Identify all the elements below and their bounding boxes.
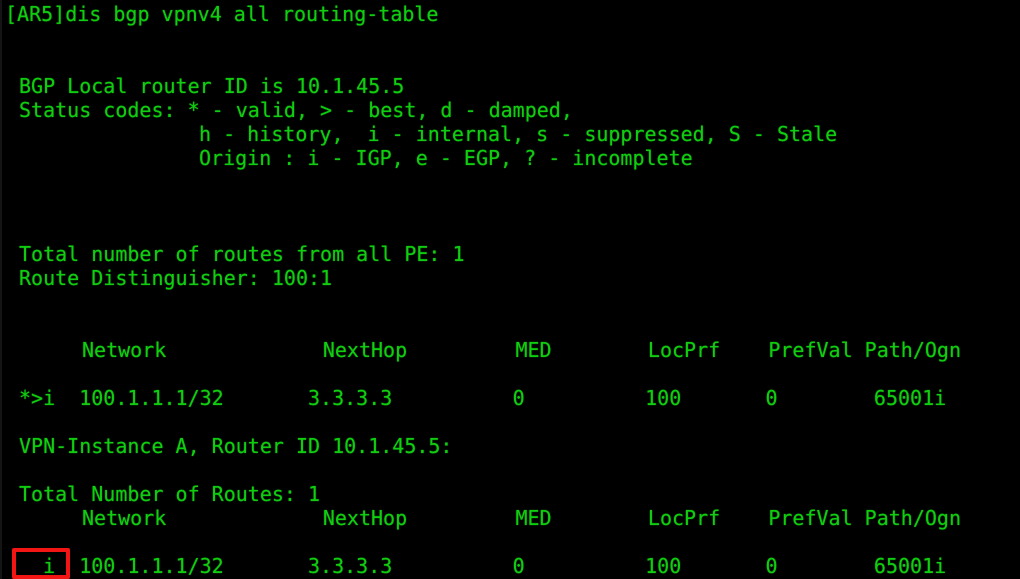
table-header-row-2: Network NextHop MED LocPrf PrefVal Path/… (82, 506, 961, 530)
table-row-vpnv4-route: *>i 100.1.1.1/32 3.3.3.3 0 100 0 65001i (19, 386, 947, 410)
terminal-line-bgp-router-id: BGP Local router ID is 10.1.45.5 (19, 74, 405, 98)
terminal-line-total-routes-all-pe: Total number of routes from all PE: 1 (19, 242, 465, 266)
terminal-line-command: [AR5]dis bgp vpnv4 all routing-table (5, 2, 439, 26)
terminal-line-total-number-routes: Total Number of Routes: 1 (19, 482, 321, 506)
terminal-line-route-distinguisher: Route Distinguisher: 100:1 (19, 266, 333, 290)
terminal-line-status-codes-cont: h - history, i - internal, s - suppresse… (199, 122, 838, 146)
terminal-line-status-codes: Status codes: * - valid, > - best, d - d… (19, 98, 573, 122)
table-header-row-1: Network NextHop MED LocPrf PrefVal Path/… (82, 338, 961, 362)
terminal-line-vpn-instance: VPN-Instance A, Router ID 10.1.45.5: (19, 434, 453, 458)
table-row-vpn-instance-route: i 100.1.1.1/32 3.3.3.3 0 100 0 65001i (19, 554, 947, 578)
terminal-line-origin-codes: Origin : i - IGP, e - EGP, ? - incomplet… (199, 146, 693, 170)
terminal-screen[interactable]: [AR5]dis bgp vpnv4 all routing-table BGP… (0, 0, 1020, 579)
